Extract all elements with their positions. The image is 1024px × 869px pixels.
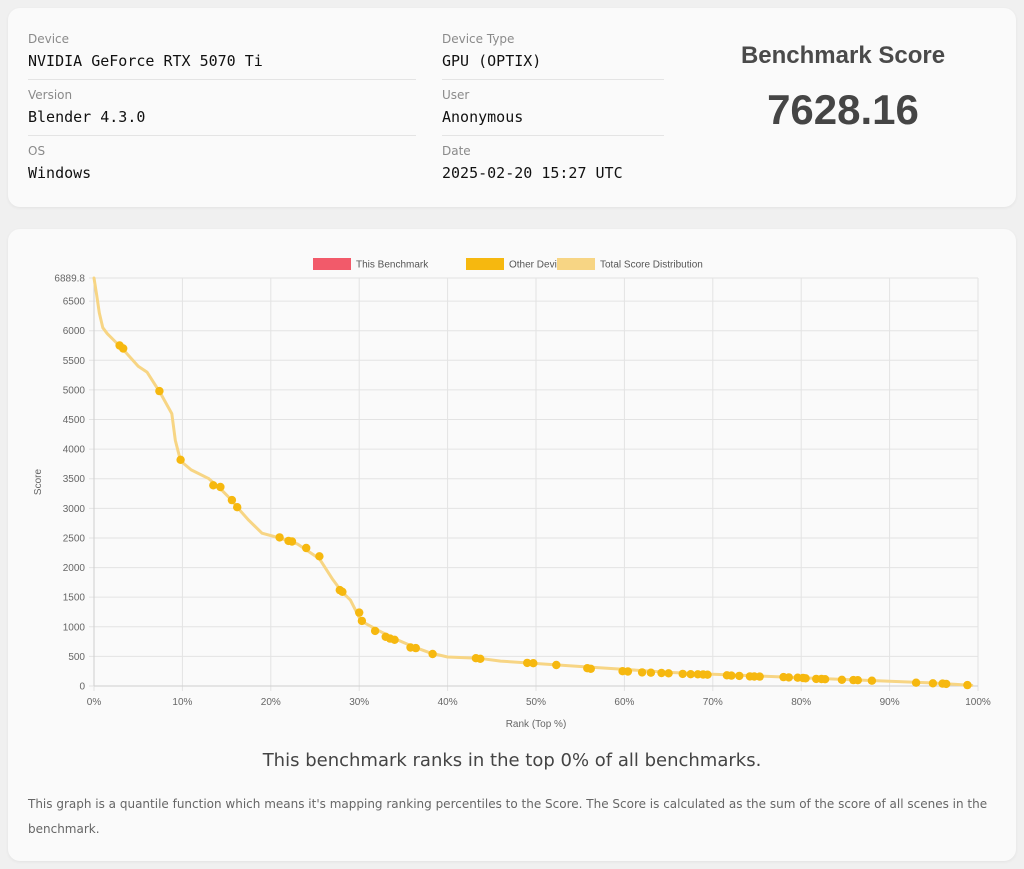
y-tick-label: 6500 — [63, 297, 86, 308]
date-label: Date — [442, 144, 471, 158]
x-tick-label: 20% — [261, 697, 281, 708]
other-device-point — [370, 626, 380, 636]
y-tick-label: 2500 — [63, 533, 86, 544]
divider — [28, 79, 416, 80]
other-device-point — [216, 482, 225, 492]
y-tick-label: 3500 — [63, 474, 86, 485]
other-device-point — [357, 616, 367, 626]
legend-label: This Benchmark — [356, 260, 429, 271]
other-device-point — [233, 503, 242, 512]
y-tick-label: 1500 — [63, 593, 86, 604]
other-device-point — [227, 495, 237, 505]
x-tick-label: 0% — [87, 697, 102, 708]
x-tick-label: 100% — [965, 697, 991, 708]
other-device-point — [119, 344, 128, 353]
y-axis-title: Score — [33, 469, 44, 496]
other-device-point — [735, 671, 744, 681]
y-tick-label: 5000 — [63, 385, 86, 396]
other-device-point — [176, 455, 185, 464]
other-device-point — [209, 481, 218, 490]
device-label: Device — [28, 32, 70, 46]
other-device-point — [837, 675, 847, 684]
other-device-point — [428, 649, 437, 659]
divider — [442, 135, 664, 136]
other-device-point — [928, 679, 938, 688]
other-device-point — [529, 659, 538, 668]
other-device-point — [637, 668, 647, 677]
rank-summary: This benchmark ranks in the top 0% of al… — [262, 750, 762, 771]
x-tick-label: 40% — [438, 697, 458, 708]
other-device-point — [820, 675, 830, 684]
other-device-point — [338, 587, 347, 596]
divider — [28, 135, 416, 136]
other-device-point — [727, 671, 736, 680]
version-value: Blender 4.3.0 — [28, 108, 146, 126]
score-distribution-card: 0% 10% 20% 30% 40% 50% 60% 70% 80% 90% 100% 0 500 100… — [8, 229, 1016, 861]
other-device-point — [302, 543, 311, 553]
divider — [442, 79, 664, 80]
other-device-point — [942, 679, 951, 689]
other-device-point — [355, 608, 364, 617]
quantile-chart: 0% 10% 20% 30% 40% 50% 60% 70% 80% 90% 100% 0 500 100… — [33, 258, 991, 730]
benchmark-score-value: 7628.16 — [767, 86, 919, 133]
other-device-point — [678, 669, 687, 679]
user-value: Anonymous — [442, 108, 524, 126]
y-tick-label: 3000 — [63, 504, 86, 515]
benchmark-score-title: Benchmark Score — [740, 42, 946, 69]
legend-swatch — [466, 258, 504, 270]
other-device-point — [411, 643, 420, 653]
x-tick-label: 80% — [791, 697, 811, 708]
other-device-point — [911, 678, 921, 687]
x-tick-label: 90% — [880, 697, 900, 708]
other-device-point — [755, 672, 764, 681]
y-tick-label: 5500 — [63, 356, 86, 367]
legend-swatch — [313, 258, 351, 270]
x-tick-label: 70% — [703, 697, 723, 708]
legend-label: Total Score Distribution — [600, 260, 703, 271]
y-tick-label: 6889.8 — [54, 274, 85, 285]
other-device-point — [586, 664, 595, 673]
other-device-point — [646, 668, 656, 677]
y-tick-label: 4000 — [63, 445, 86, 456]
other-device-point — [552, 660, 561, 670]
other-device-point — [390, 635, 399, 644]
other-device-point — [853, 676, 862, 685]
legend-swatch — [557, 258, 595, 270]
other-device-point — [703, 670, 712, 679]
chart-description: This graph is a quantile function which … — [28, 797, 988, 836]
other-device-point — [867, 676, 877, 685]
y-tick-label: 4500 — [63, 415, 86, 426]
other-device-point — [801, 674, 810, 683]
user-label: User — [442, 88, 470, 102]
other-device-point — [275, 533, 284, 542]
y-tick-label: 0 — [79, 682, 85, 693]
other-device-point — [963, 680, 972, 690]
y-tick-label: 1000 — [63, 622, 86, 633]
other-device-point — [664, 669, 673, 678]
other-device-point — [476, 654, 485, 663]
distribution-line — [92, 276, 974, 687]
y-tick-label: 500 — [68, 652, 85, 663]
x-tick-label: 50% — [526, 697, 546, 708]
device-type-value: GPU (OPTIX) — [442, 52, 542, 70]
x-axis-title: Rank (Top %) — [506, 719, 567, 730]
version-label: Version — [28, 88, 73, 102]
y-tick-label: 6000 — [63, 326, 86, 337]
other-device-point — [155, 386, 164, 396]
os-value: Windows — [28, 164, 92, 182]
other-device-point — [287, 537, 297, 546]
device-value: NVIDIA GeForce RTX 5070 Ti — [28, 52, 263, 70]
device-info-card: Device NVIDIA GeForce RTX 5070 Ti Versio… — [8, 8, 1016, 207]
device-type-label: Device Type — [442, 32, 515, 46]
x-tick-label: 10% — [172, 697, 192, 708]
other-device-point — [623, 667, 633, 676]
x-tick-label: 30% — [349, 697, 369, 708]
x-tick-label: 60% — [614, 697, 634, 708]
y-tick-label: 2000 — [63, 563, 86, 574]
os-label: OS — [28, 144, 46, 158]
date-value: 2025-02-20 15:27 UTC — [442, 164, 623, 182]
other-device-point — [315, 552, 324, 561]
other-device-point — [784, 673, 793, 682]
